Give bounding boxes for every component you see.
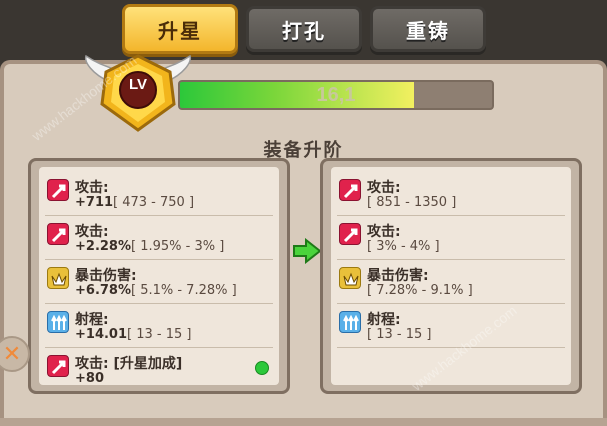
stat-row: 攻击: [升星加成] +80: [45, 349, 273, 392]
stat-row: 攻击: +711[ 473 - 750 ]: [45, 173, 273, 216]
stat-label: 暴击伤害:: [367, 268, 429, 284]
tab-punch[interactable]: 打孔: [246, 6, 362, 52]
tab-recast[interactable]: 重铸: [370, 6, 486, 52]
stat-label: 攻击:: [75, 224, 109, 240]
current-stats-list: 攻击: +711[ 473 - 750 ] 攻击: +2.28%[ 1.95% …: [39, 167, 279, 386]
stat-range: [ 3% - 4% ]: [367, 239, 440, 254]
stat-label: 射程:: [75, 312, 109, 328]
arrow-right-icon: [293, 238, 322, 264]
stat-label: 暴击伤害:: [75, 268, 137, 284]
stat-value: +80: [75, 371, 104, 386]
stat-row: 暴击伤害: [ 7.28% - 9.1% ]: [337, 261, 565, 304]
attack-icon: [339, 179, 361, 201]
stat-range: [ 13 - 15 ]: [367, 327, 432, 342]
range-icon: [47, 311, 69, 333]
attack-icon: [47, 223, 69, 245]
stat-range: [ 851 - 1350 ]: [367, 195, 457, 210]
stat-value: +711[ 473 - 750 ]: [75, 195, 195, 210]
stat-row: 攻击: [ 3% - 4% ]: [337, 217, 565, 260]
range-icon: [339, 311, 361, 333]
stat-row: 射程: +14.01[ 13 - 15 ]: [45, 305, 273, 348]
stat-row: 攻击: +2.28%[ 1.95% - 3% ]: [45, 217, 273, 260]
tab-star-up[interactable]: 升星: [122, 4, 238, 54]
stat-label: 攻击:: [75, 180, 109, 196]
current-stats-panel: 攻击: +711[ 473 - 750 ] 攻击: +2.28%[ 1.95% …: [28, 158, 290, 394]
crit-damage-icon: [47, 267, 69, 289]
stat-value: +14.01[ 13 - 15 ]: [75, 327, 192, 342]
level-progress-bar: 16,1: [178, 80, 494, 110]
attack-icon: [47, 179, 69, 201]
stat-label: 攻击:: [367, 224, 401, 240]
stat-range: [ 7.28% - 9.1% ]: [367, 283, 473, 298]
stat-label: 攻击: [升星加成]: [75, 356, 183, 372]
attack-icon: [339, 223, 361, 245]
level-badge-label: LV: [128, 76, 148, 93]
stat-label: 攻击:: [367, 180, 401, 196]
level-progress-text: 16,1: [316, 83, 356, 106]
stat-row: 攻击: [ 851 - 1350 ]: [337, 173, 565, 216]
stat-row: 射程: [ 13 - 15 ]: [337, 305, 565, 348]
crit-damage-icon: [339, 267, 361, 289]
stat-label: 射程:: [367, 312, 401, 328]
tab-bar: 升星 打孔 重铸: [0, 4, 607, 58]
bottom-border: [0, 418, 607, 426]
stat-value: +2.28%[ 1.95% - 3% ]: [75, 239, 225, 254]
active-indicator-icon: [255, 361, 269, 375]
stat-value: +6.78%[ 5.1% - 7.28% ]: [75, 283, 237, 298]
attack-icon: [47, 355, 69, 377]
stat-row: 暴击伤害: +6.78%[ 5.1% - 7.28% ]: [45, 261, 273, 304]
